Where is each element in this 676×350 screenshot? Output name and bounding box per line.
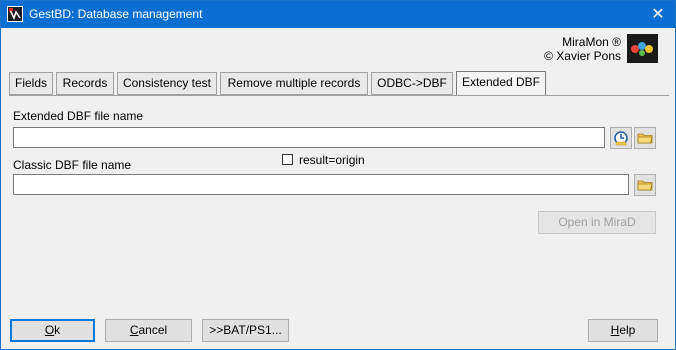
classic-dbf-label: Classic DBF file name <box>13 158 132 172</box>
brand-line-2: © Xavier Pons <box>544 49 621 63</box>
clock-icon <box>614 131 628 146</box>
ok-rest: k <box>54 323 61 337</box>
result-origin-label[interactable]: result=origin <box>299 153 365 167</box>
window-title: GestBD: Database management <box>29 7 203 21</box>
miramon-logo <box>627 34 658 63</box>
classic-dbf-input[interactable] <box>13 174 629 195</box>
browse-extended-button[interactable] <box>634 127 656 149</box>
dialog-window: GestBD: Database management ✕ MiraMon ® … <box>0 0 676 350</box>
folder-icon <box>637 133 653 144</box>
help-rest: elp <box>619 323 636 337</box>
app-icon <box>7 6 23 22</box>
bat-ps1-button[interactable]: >>BAT/PS1... <box>202 319 289 342</box>
extended-dbf-input[interactable] <box>13 127 605 148</box>
tab-extended-dbf[interactable]: Extended DBF <box>456 71 546 96</box>
brand-text: MiraMon ® © Xavier Pons <box>544 35 621 63</box>
title-bar: GestBD: Database management ✕ <box>1 1 675 28</box>
tab-remove-multiple-records[interactable]: Remove multiple records <box>220 72 368 95</box>
ok-button[interactable]: Ok <box>10 319 95 342</box>
tab-divider <box>9 95 669 96</box>
history-button[interactable] <box>610 127 632 149</box>
tab-fields[interactable]: Fields <box>9 72 53 95</box>
extended-dbf-label: Extended DBF file name <box>13 109 144 123</box>
folder-icon <box>637 180 653 191</box>
tab-odbc-dbf[interactable]: ODBC->DBF <box>371 72 453 95</box>
result-origin-checkbox[interactable] <box>282 154 293 165</box>
ok-accel: O <box>44 323 55 337</box>
browse-classic-button[interactable] <box>634 174 656 196</box>
tab-consistency-test[interactable]: Consistency test <box>117 72 217 95</box>
cancel-button[interactable]: Cancel <box>105 319 192 342</box>
brand-line-1: MiraMon ® <box>562 35 621 49</box>
cancel-rest: ancel <box>138 323 168 337</box>
tab-records[interactable]: Records <box>56 72 114 95</box>
close-icon[interactable]: ✕ <box>641 1 675 28</box>
open-in-mirad-button[interactable]: Open in MiraD <box>538 211 656 234</box>
help-button[interactable]: Help <box>588 319 658 342</box>
